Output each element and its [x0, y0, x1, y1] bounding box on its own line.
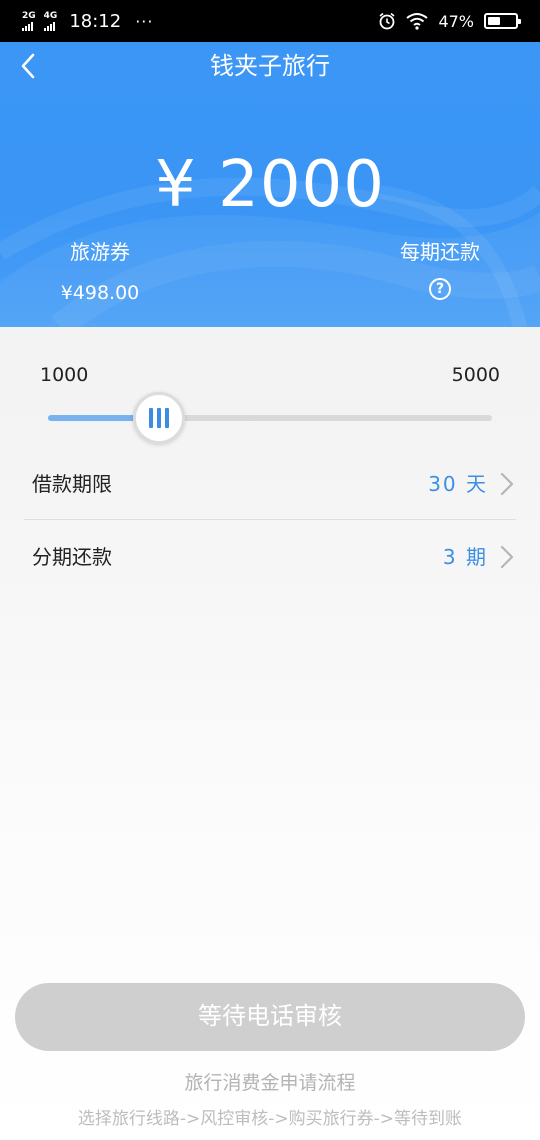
- loan-amount: ¥ 2000: [155, 148, 385, 222]
- battery-percent: 47%: [438, 11, 474, 31]
- voucher-label: 旅游券: [70, 240, 130, 264]
- status-right: 47%: [378, 8, 521, 34]
- help-icon[interactable]: ?: [429, 278, 451, 300]
- amount-slider-track[interactable]: [48, 415, 492, 421]
- voucher-value: ¥498.00: [60, 282, 140, 304]
- battery-icon: [484, 13, 521, 29]
- loan-term-label: 借款期限: [32, 472, 112, 496]
- chevron-right-icon: [500, 472, 514, 496]
- flow-title: 旅行消费金申请流程: [184, 1072, 356, 1094]
- header-banner: 钱夹子旅行 ¥ 2000 旅游券 ¥498.00 每期还款 ?: [0, 42, 540, 327]
- slider-max-label: 5000: [451, 364, 500, 386]
- more-notifications-icon: ···: [135, 11, 154, 31]
- status-bar: 2G 4G 18:12 ··· 47%: [0, 0, 540, 42]
- loan-page: 2G 4G 18:12 ··· 47% 钱夹子旅行 ¥ 2000 旅游券 ¥49…: [0, 0, 540, 1140]
- loan-term-value: 30 天: [428, 472, 488, 496]
- amount-slider-handle[interactable]: [133, 392, 185, 444]
- chevron-right-icon: [500, 545, 514, 569]
- installments-value: 3 期: [442, 545, 488, 569]
- loan-term-row[interactable]: 借款期限 30 天: [24, 448, 516, 520]
- battery-fill: [488, 17, 501, 25]
- slider-min-label: 1000: [40, 364, 89, 386]
- installments-row[interactable]: 分期还款 3 期: [24, 521, 516, 593]
- flow-steps: 选择旅行线路->风控审核->购买旅行券->等待到账: [77, 1109, 463, 1129]
- status-left: 2G 4G 18:12 ···: [22, 8, 153, 34]
- divider: [24, 519, 516, 520]
- signal-2g-icon: 2G: [22, 11, 36, 31]
- installments-label: 分期还款: [32, 545, 112, 569]
- page-title: 钱夹子旅行: [210, 52, 330, 80]
- alarm-icon: [379, 12, 395, 30]
- submit-button[interactable]: 等待电话审核: [15, 983, 525, 1051]
- clock: 18:12: [69, 10, 122, 32]
- signal-4g-icon: 4G: [43, 11, 57, 31]
- wifi-icon: [406, 13, 429, 30]
- installment-label: 每期还款: [400, 240, 480, 264]
